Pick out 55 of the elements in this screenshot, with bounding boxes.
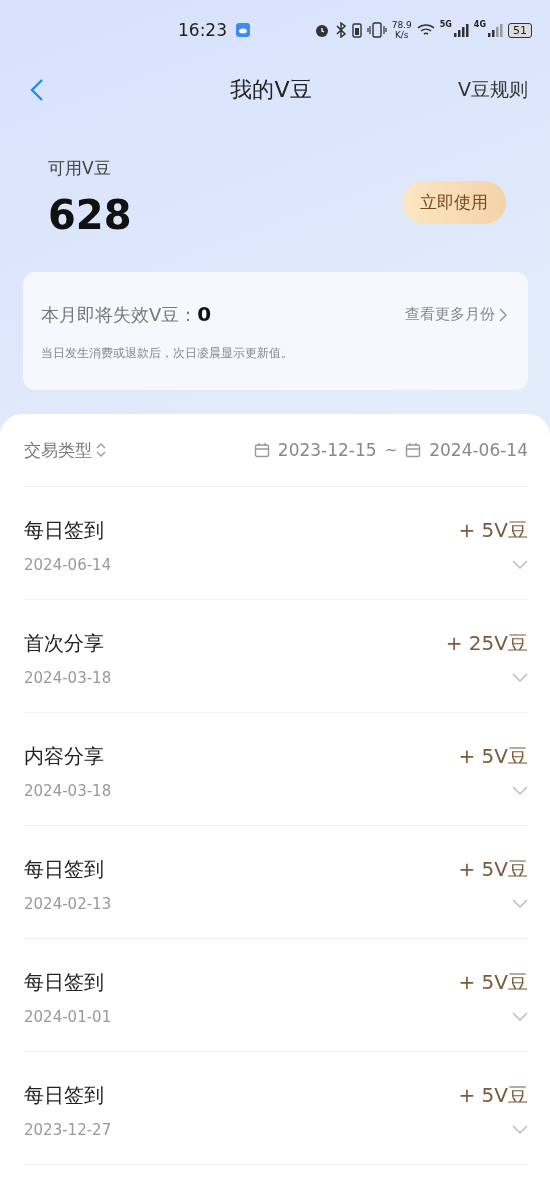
balance-label: 可用V豆 xyxy=(48,156,112,180)
transaction-title: 每日签到 xyxy=(24,517,104,544)
calendar-icon xyxy=(405,442,422,458)
network-label: 4G xyxy=(473,20,486,29)
transaction-title: 首次分享 xyxy=(24,630,104,657)
transaction-date: 2024-01-01 xyxy=(24,1008,112,1026)
speed-unit: K/s xyxy=(394,30,409,40)
cloud-app-icon xyxy=(236,23,250,37)
transaction-amount: + 5V豆 xyxy=(458,969,528,996)
page-title: 我的V豆 xyxy=(229,76,313,104)
chevron-icon[interactable] xyxy=(512,560,528,570)
end-date[interactable]: 2024-06-14 xyxy=(429,440,528,460)
transaction-date: 2024-03-18 xyxy=(24,782,112,800)
chevron-icon[interactable] xyxy=(512,899,528,909)
transaction-date: 2024-02-13 xyxy=(24,895,112,913)
transaction-title: 内容分享 xyxy=(24,743,104,770)
transaction-date: 2024-03-18 xyxy=(24,669,112,687)
status-time: 16:23 xyxy=(178,20,227,40)
speed-value: 78.9 xyxy=(391,20,412,30)
transaction-title: 每日签到 xyxy=(24,969,104,996)
rules-link[interactable]: V豆规则 xyxy=(458,77,528,103)
chevron-icon[interactable] xyxy=(512,786,528,796)
start-date[interactable]: 2023-12-15 xyxy=(277,440,377,460)
use-now-button[interactable]: 立即使用 xyxy=(402,180,506,224)
balance-value: 628 xyxy=(48,191,133,238)
battery-level: 51 xyxy=(508,22,532,38)
transaction-date: 2023-12-27 xyxy=(24,1121,112,1139)
more-months-link[interactable]: 查看更多月份 xyxy=(405,305,508,324)
calendar-icon xyxy=(253,442,270,458)
date-separator: ~ xyxy=(384,441,398,459)
alarm-icon xyxy=(313,22,330,38)
back-icon[interactable] xyxy=(30,78,44,102)
signal-icon xyxy=(452,23,469,37)
expiry-note: 当日发生消费或退款后，次日凌晨显示更新值。 xyxy=(41,345,294,362)
battery-saver-icon xyxy=(351,22,362,38)
chevron-icon[interactable] xyxy=(512,673,528,683)
wifi-icon xyxy=(416,23,435,37)
transaction-amount: + 5V豆 xyxy=(458,743,528,770)
sort-icon xyxy=(96,442,106,458)
bluetooth-icon xyxy=(334,22,347,38)
transaction-amount: + 5V豆 xyxy=(458,1082,528,1109)
transaction-amount: + 25V豆 xyxy=(445,630,528,657)
network-label: 5G xyxy=(439,20,452,29)
type-filter[interactable]: 交易类型 xyxy=(24,438,106,462)
signal-icon xyxy=(487,23,503,37)
chevron-icon[interactable] xyxy=(512,1125,528,1135)
transaction-amount: + 5V豆 xyxy=(458,856,528,883)
chevron-right-icon xyxy=(499,307,508,322)
transaction-date: 2024-06-14 xyxy=(24,556,112,574)
expiry-label: 本月即将失效V豆：0 xyxy=(41,302,212,327)
transaction-amount: + 5V豆 xyxy=(458,517,528,544)
chevron-icon[interactable] xyxy=(512,1012,528,1022)
transaction-title: 每日签到 xyxy=(24,856,104,883)
transaction-title: 每日签到 xyxy=(24,1082,104,1109)
vibrate-icon xyxy=(366,22,387,38)
